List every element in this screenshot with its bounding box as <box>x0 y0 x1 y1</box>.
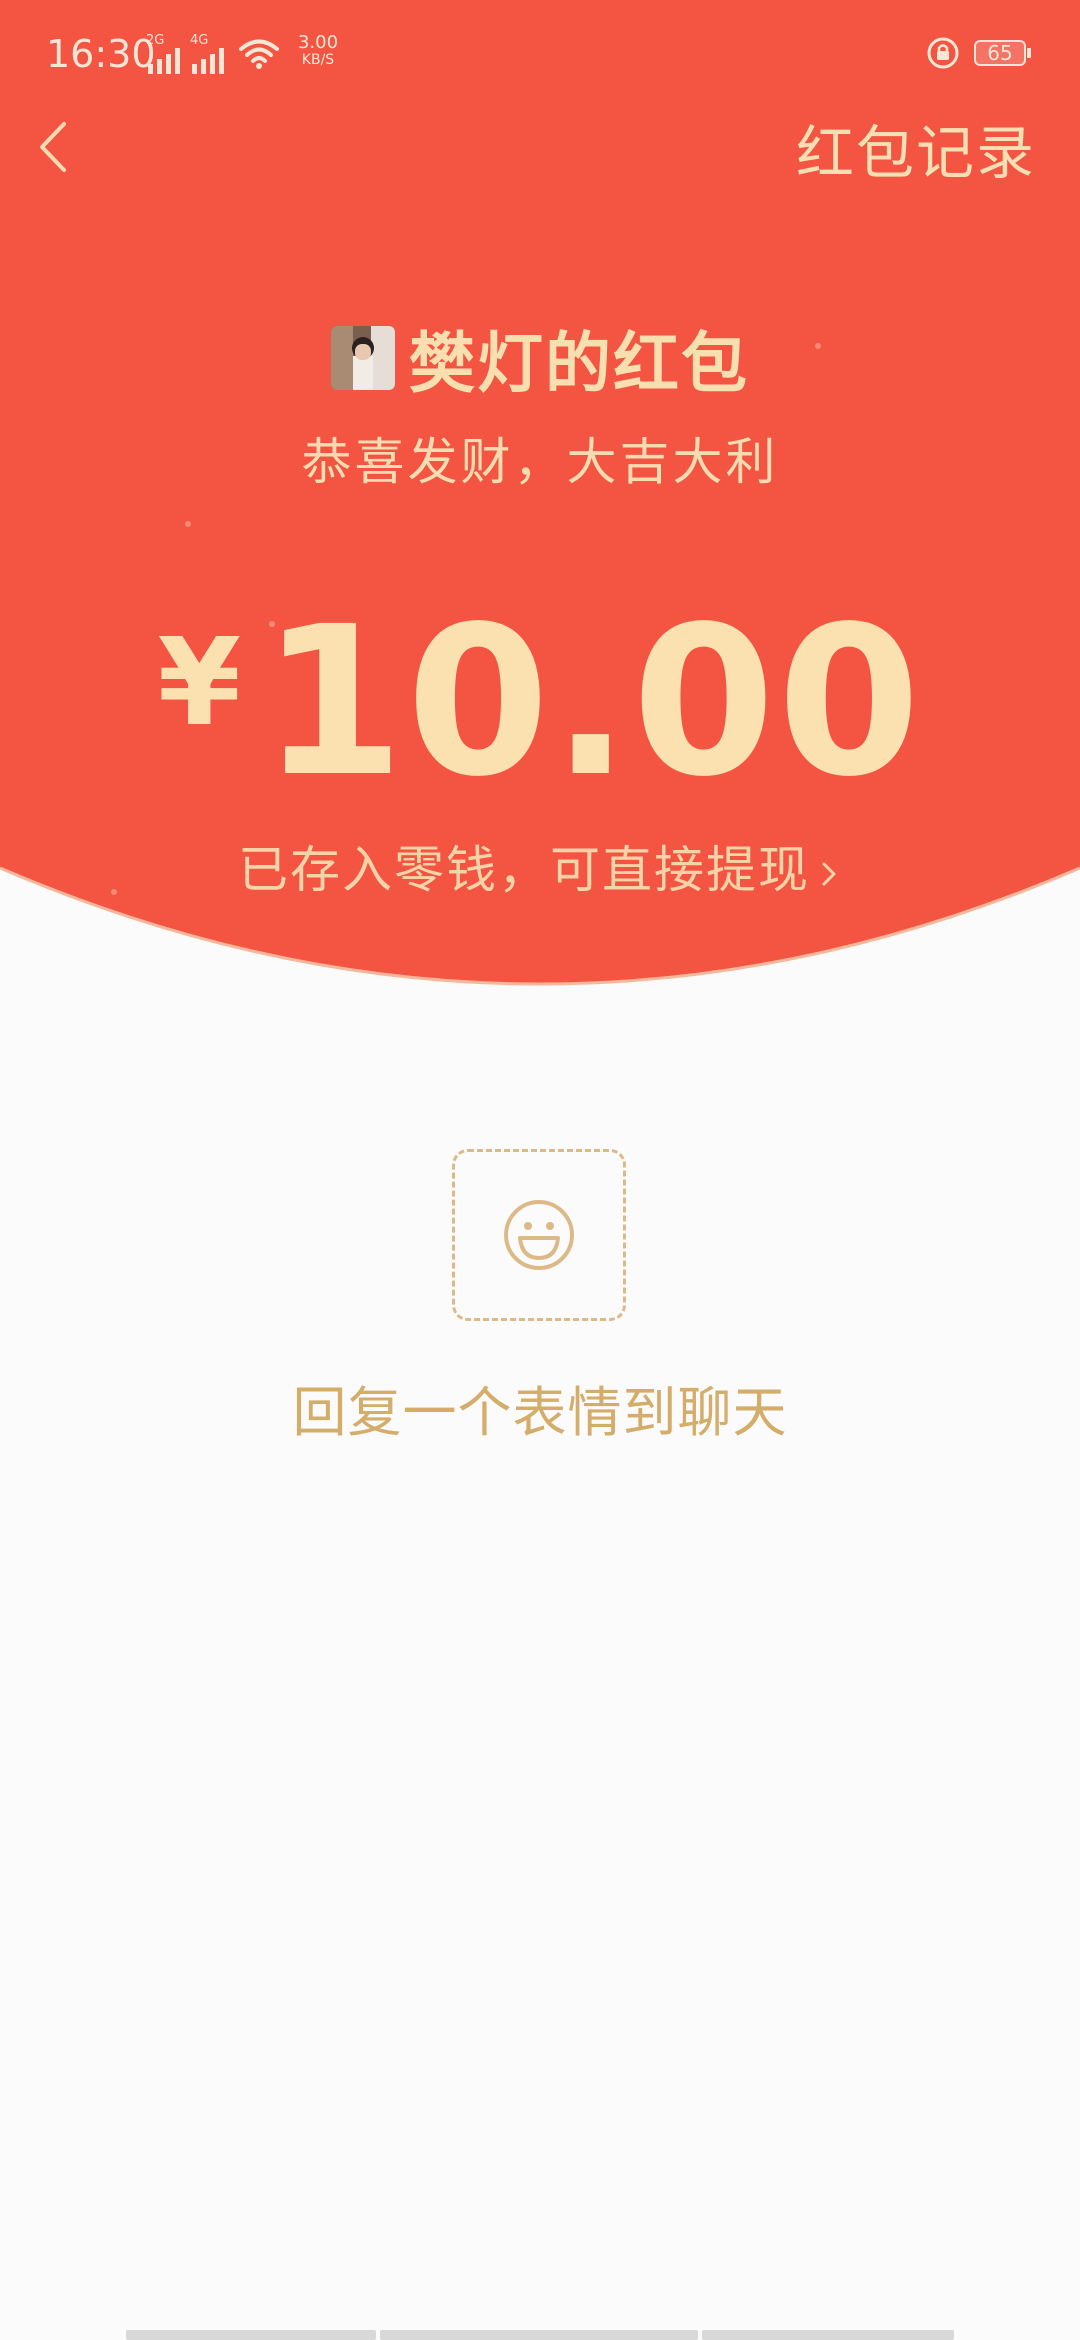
network-speed: 3.00 KB/S <box>288 32 348 69</box>
sender-avatar[interactable] <box>331 326 395 390</box>
gesture-bar-segment <box>126 2330 376 2340</box>
status-bar: 16:30 2G 4G 3.00 KB/S 65 <box>0 0 1080 110</box>
smiley-face-icon <box>504 1200 574 1270</box>
battery-indicator: 65 <box>974 40 1031 68</box>
chevron-right-icon <box>822 862 836 885</box>
gesture-bar-segment <box>380 2330 698 2340</box>
sender-name: 樊灯的红包 <box>409 325 749 402</box>
stored-to-balance-text: 已存入零钱，可直接提现 <box>238 841 810 899</box>
battery-nub <box>1027 48 1031 58</box>
emoji-reply-button[interactable] <box>452 1149 626 1321</box>
amount-value: 10.00 <box>260 582 923 822</box>
avatar-image <box>331 326 395 390</box>
gesture-navigation-bar <box>126 2330 954 2340</box>
sender-row: 樊灯的红包 <box>0 310 1080 402</box>
red-packet-records-link[interactable]: 红包记录 <box>796 106 1036 190</box>
network-speed-unit: KB/S <box>301 52 335 68</box>
currency-symbol: ¥ <box>157 614 241 753</box>
greeting-message: 恭喜发财，大吉大利 <box>301 433 779 491</box>
emoji-reply-label[interactable]: 回复一个表情到聊天 <box>0 1368 1080 1447</box>
gesture-bar-segment <box>702 2330 954 2340</box>
back-button[interactable] <box>28 112 98 182</box>
wifi-icon <box>239 39 279 69</box>
battery-level: 65 <box>987 41 1013 65</box>
stored-to-balance-link[interactable]: 已存入零钱，可直接提现 <box>0 830 1080 902</box>
red-packet-detail-page: 16:30 2G 4G 3.00 KB/S 65 红包记录 樊灯的红包 恭喜发财… <box>0 0 1080 2340</box>
rotation-lock-icon <box>927 37 959 69</box>
amount-row: ¥ 10.00 <box>0 582 1080 822</box>
signal-bars-icon <box>148 48 180 74</box>
network-speed-value: 3.00 <box>297 32 339 53</box>
signal-bars-icon <box>192 48 224 74</box>
status-time: 16:30 <box>46 32 156 76</box>
chevron-left-icon <box>40 122 66 172</box>
